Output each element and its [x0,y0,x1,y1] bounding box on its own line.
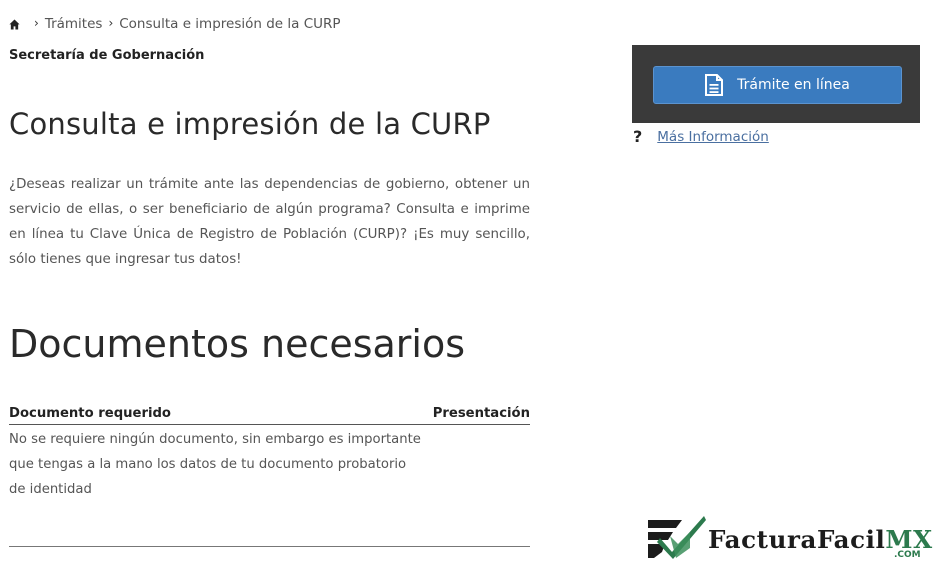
tramite-en-linea-label: Trámite en línea [737,77,850,93]
more-info: ? Más Información [633,127,769,146]
tramite-en-linea-button[interactable]: Trámite en línea [653,66,902,104]
documents-section-title: Documentos necesarios [9,322,466,366]
page-title: Consulta e impresión de la CURP [9,107,491,141]
documents-table: Documento requerido Presentación No se r… [9,406,530,547]
breadcrumb-current: Consulta e impresión de la CURP [119,16,341,32]
column-header-presentacion: Presentación [432,406,530,421]
document-icon [705,74,724,96]
breadcrumb: › Trámites › Consulta e impresión de la … [9,14,341,34]
breadcrumb-link-tramites[interactable]: Trámites [45,16,103,32]
watermark-domain: .COM [894,550,921,560]
table-header: Documento requerido Presentación [9,406,530,425]
column-header-requerido: Documento requerido [9,406,171,421]
chevron-right-icon: › [108,16,114,30]
more-info-link[interactable]: Más Información [657,129,769,145]
action-panel: Trámite en línea [632,45,920,123]
facturafacil-logo-icon [648,516,706,559]
facturafacil-watermark: FacturaFacilMX .COM [646,514,932,564]
chevron-right-icon: › [34,16,39,30]
question-icon: ? [633,127,643,146]
table-row: No se requiere ningún documento, sin emb… [9,427,530,502]
table-bottom-divider [9,546,530,547]
home-icon[interactable] [9,18,20,30]
agency-name: Secretaría de Gobernación [9,48,205,63]
table-cell-requerido: No se requiere ningún documento, sin emb… [9,432,421,497]
intro-paragraph: ¿Deseas realizar un trámite ante las dep… [9,177,530,267]
